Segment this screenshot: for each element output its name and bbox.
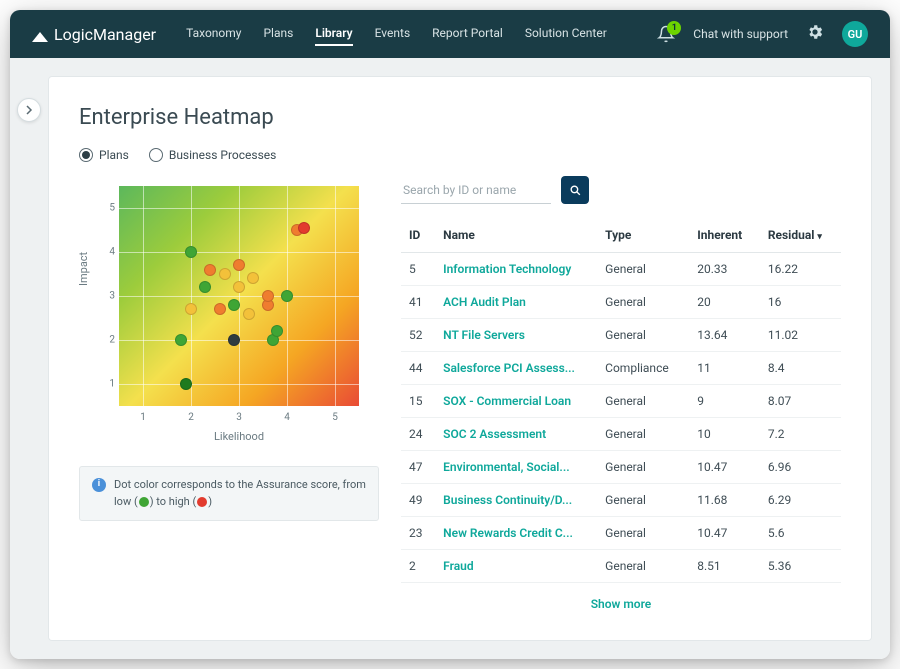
chart-point[interactable] [247,272,259,284]
chat-support-link[interactable]: Chat with support [693,27,788,41]
settings-button[interactable] [806,23,824,45]
legend-low-icon [139,497,149,507]
topbar: LogicManager Taxonomy Plans Library Events R… [10,10,890,58]
radio-dot-icon [79,148,93,162]
info-icon: i [92,478,106,492]
search-input[interactable] [401,177,551,204]
chart-point[interactable] [281,290,293,302]
search-button[interactable] [561,176,589,204]
y-axis-label: Impact [77,252,90,286]
col-id[interactable]: ID [401,218,435,253]
radio-business-processes[interactable]: Business Processes [149,148,277,162]
table-row: 52NT File ServersGeneral13.6411.02 [401,319,841,352]
logo-mark-icon [32,26,48,42]
col-name[interactable]: Name [435,218,597,253]
plan-link[interactable]: Information Technology [435,253,597,286]
table-row: 15SOX - Commercial LoanGeneral98.07 [401,385,841,418]
chart-point[interactable] [204,264,216,276]
main-panel: Enterprise Heatmap Plans Business Proces… [48,76,872,641]
legend-high-icon [197,497,207,507]
expand-sidebar-button[interactable] [17,98,41,122]
radio-dot-icon [149,148,163,162]
table-row: 24SOC 2 AssessmentGeneral107.2 [401,418,841,451]
chart-point[interactable] [233,281,245,293]
chart-point[interactable] [271,325,283,337]
plan-link[interactable]: SOX - Commercial Loan [435,385,597,418]
nav-taxonomy[interactable]: Taxonomy [186,22,241,46]
col-type[interactable]: Type [597,218,689,253]
plan-link[interactable]: New Rewards Credit C... [435,517,597,550]
nav-solution-center[interactable]: Solution Center [525,22,607,46]
chart-point[interactable] [228,299,240,311]
user-avatar[interactable]: GU [842,21,868,47]
chart-point[interactable] [185,303,197,315]
nav-plans[interactable]: Plans [263,22,293,46]
chart-point[interactable] [175,334,187,346]
nav-report-portal[interactable]: Report Portal [432,22,503,46]
table-row: 2FraudGeneral8.515.36 [401,550,841,583]
chart-point[interactable] [298,222,310,234]
side-rail [10,58,48,659]
table-row: 23New Rewards Credit C...General10.475.6 [401,517,841,550]
chart-point[interactable] [243,308,255,320]
plan-link[interactable]: Salesforce PCI Assess... [435,352,597,385]
chart-point[interactable] [180,378,192,390]
chart-point[interactable] [185,246,197,258]
page-title: Enterprise Heatmap [79,105,841,130]
chart-point[interactable] [262,290,274,302]
brand-name: LogicManager [54,25,156,44]
nav-events[interactable]: Events [375,22,411,46]
chart-point[interactable] [199,281,211,293]
main-nav: Taxonomy Plans Library Events Report Portal S… [186,22,607,46]
plan-link[interactable]: Environmental, Social... [435,451,597,484]
plan-link[interactable]: Fraud [435,550,597,583]
table-row: 41ACH Audit PlanGeneral2016 [401,286,841,319]
show-more-link[interactable]: Show more [401,583,841,625]
radio-plans[interactable]: Plans [79,148,129,162]
chart-point[interactable] [214,303,226,315]
chart-point[interactable] [233,259,245,271]
chart-point[interactable] [219,268,231,280]
notifications-button[interactable]: 1 [657,25,675,43]
view-mode-radios: Plans Business Processes [79,148,841,162]
col-inherent[interactable]: Inherent [689,218,760,253]
plan-link[interactable]: ACH Audit Plan [435,286,597,319]
table-row: 44Salesforce PCI Assess...Compliance118.… [401,352,841,385]
notif-badge: 1 [667,21,681,35]
col-residual[interactable]: Residual [760,218,841,253]
plan-link[interactable]: SOC 2 Assessment [435,418,597,451]
x-axis-label: Likelihood [119,430,359,443]
plan-link[interactable]: NT File Servers [435,319,597,352]
chart-legend: i Dot color corresponds to the Assurance… [79,466,379,521]
table-row: 5Information TechnologyGeneral20.3316.22 [401,253,841,286]
results-table: ID Name Type Inherent Residual 5Informat… [401,218,841,583]
heatmap-chart: Impact Likelihood 1234512345 [79,176,379,456]
brand-logo[interactable]: LogicManager [32,25,156,44]
table-row: 49Business Continuity/D...General11.686.… [401,484,841,517]
table-row: 47Environmental, Social...General10.476.… [401,451,841,484]
plan-link[interactable]: Business Continuity/D... [435,484,597,517]
chart-point[interactable] [228,334,240,346]
nav-library[interactable]: Library [315,22,352,46]
